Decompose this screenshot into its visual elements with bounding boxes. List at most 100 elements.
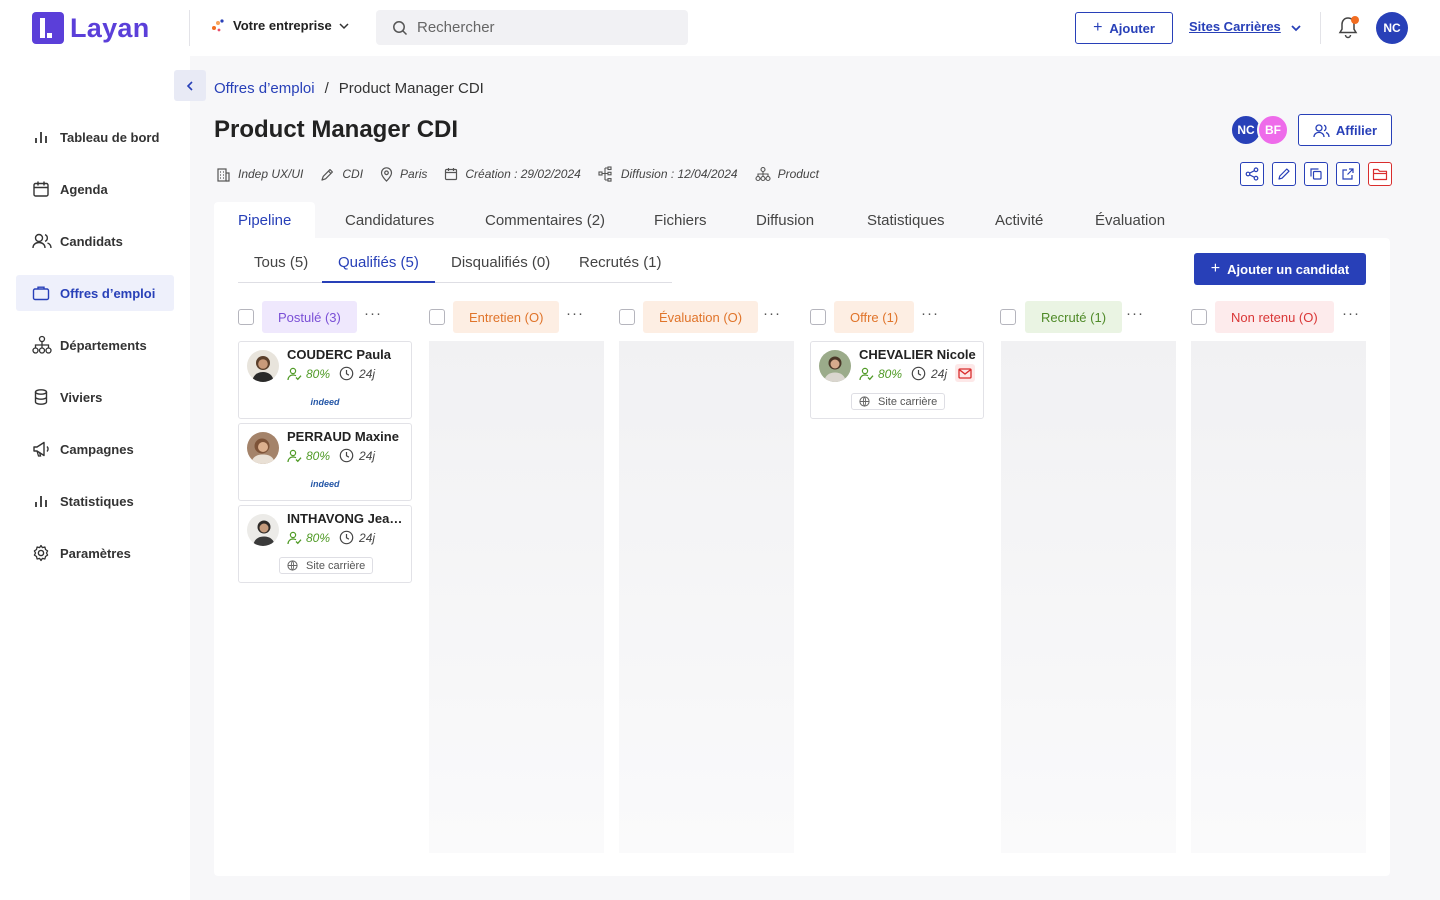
sidebar-item-departments[interactable]: Départements (16, 327, 174, 363)
days-in-stage: 24j (359, 448, 376, 463)
users-icon (32, 232, 52, 250)
add-button[interactable]: + Ajouter (1075, 12, 1173, 44)
source-label: Site carrière (306, 559, 366, 572)
subtab-disqualified[interactable]: Disqualifiés (0) (451, 254, 550, 283)
sidebar-item-dashboard[interactable]: Tableau de bord (16, 119, 174, 155)
candidate-card[interactable]: INTHAVONG Jean... 80% 24j Site carrière (238, 505, 412, 583)
company-selector[interactable]: Votre entreprise (211, 18, 350, 33)
copy-icon (1310, 168, 1322, 180)
breadcrumb-parent[interactable]: Offres d’emploi (214, 80, 315, 97)
stage-interview[interactable]: Entretien (O) (453, 301, 560, 333)
location-pin-icon (380, 166, 393, 182)
column-select-checkbox[interactable] (429, 309, 445, 325)
collaborators[interactable]: NC BF (1230, 114, 1289, 146)
company-logo-icon (212, 18, 224, 31)
meta-location-text: Paris (400, 167, 428, 181)
sidebar-item-statistics[interactable]: Statistiques (16, 483, 174, 519)
stage-hired[interactable]: Recruté (1) (1025, 301, 1123, 333)
column-dropzone[interactable] (1191, 341, 1366, 853)
source-badge: Site carrière (279, 557, 374, 574)
sidebar-item-campaigns[interactable]: Campagnes (16, 431, 174, 467)
column-select-checkbox[interactable] (238, 309, 254, 325)
sidebar-item-agenda[interactable]: Agenda (16, 171, 174, 207)
calendar-icon (32, 180, 52, 198)
sidebar-item-label: Paramètres (60, 545, 131, 561)
chevron-down-icon (339, 22, 349, 29)
column-dropzone[interactable] (1001, 341, 1176, 853)
share-button[interactable] (1240, 162, 1264, 186)
column-more-menu[interactable]: ··· (566, 306, 584, 321)
sidebar-item-candidates[interactable]: Candidats (16, 223, 174, 259)
column-select-checkbox[interactable] (1000, 309, 1016, 325)
column-more-menu[interactable]: ··· (1342, 306, 1360, 321)
avatar (247, 432, 279, 464)
candidate-card[interactable]: PERRAUD Maxine 80% 24j indeed (238, 423, 412, 501)
avatar (247, 350, 279, 382)
plus-icon: + (1093, 19, 1103, 36)
affiliate-button[interactable]: Affilier (1298, 114, 1392, 146)
meta-department: Product (755, 166, 819, 182)
tab-evaluation[interactable]: Évaluation (1095, 202, 1165, 238)
mail-icon[interactable] (955, 364, 975, 382)
clock-icon (339, 448, 354, 463)
candidate-name: PERRAUD Maxine (287, 429, 399, 444)
stage-offer[interactable]: Offre (1) (834, 301, 915, 333)
breadcrumb-current: Product Manager CDI (338, 80, 484, 97)
tab-files[interactable]: Fichiers (654, 202, 707, 238)
chevron-down-icon[interactable] (1289, 21, 1303, 35)
tab-statistics[interactable]: Statistiques (867, 202, 945, 238)
candidate-stats: 80% 24j (287, 448, 375, 463)
search-input[interactable] (417, 19, 677, 36)
column-more-menu[interactable]: ··· (364, 306, 382, 321)
tab-activity[interactable]: Activité (995, 202, 1043, 238)
search-bar[interactable] (376, 10, 688, 45)
user-avatar[interactable]: NC (1376, 12, 1408, 44)
career-sites-link[interactable]: Sites Carrières (1189, 19, 1281, 34)
stage-applied[interactable]: Postulé (3) (262, 301, 357, 333)
company-name: Votre entreprise (233, 18, 332, 33)
column-select-checkbox[interactable] (619, 309, 635, 325)
sidebar-item-settings[interactable]: Paramètres (16, 535, 174, 571)
tab-comments[interactable]: Commentaires (2) (485, 202, 605, 238)
column-select-checkbox[interactable] (810, 309, 826, 325)
tab-applications[interactable]: Candidatures (345, 202, 434, 238)
open-external-button[interactable] (1336, 162, 1360, 186)
match-score-icon (859, 367, 874, 380)
column-more-menu[interactable]: ··· (763, 306, 781, 321)
subtab-qualified[interactable]: Qualifiés (5) (322, 254, 435, 283)
match-score-icon (287, 367, 302, 380)
candidate-card[interactable]: COUDERC Paula 80% 24j indeed (238, 341, 412, 419)
add-candidate-button[interactable]: + Ajouter un candidat (1194, 253, 1366, 285)
avatar[interactable]: BF (1257, 114, 1289, 146)
column-select-checkbox[interactable] (1191, 309, 1207, 325)
column-dropzone[interactable] (619, 341, 794, 853)
tab-pipeline[interactable]: Pipeline (214, 202, 316, 238)
edit-button[interactable] (1272, 162, 1296, 186)
column-more-menu[interactable]: ··· (921, 306, 939, 321)
candidate-card[interactable]: CHEVALIER Nicole 80% 24j Site carrière (810, 341, 984, 419)
logo[interactable]: Layan (32, 12, 150, 44)
clock-icon (339, 366, 354, 381)
candidate-stats: 80% 24j (287, 366, 375, 381)
match-score-icon (287, 449, 302, 462)
meta-published: Diffusion : 12/04/2024 (598, 166, 738, 182)
subtab-all[interactable]: Tous (5) (254, 254, 308, 283)
globe-icon (859, 396, 870, 407)
column-dropzone[interactable] (429, 341, 604, 853)
meta-created: Création : 29/02/2024 (444, 167, 581, 181)
sidebar-item-pools[interactable]: Viviers (16, 379, 174, 415)
tab-diffusion[interactable]: Diffusion (756, 202, 814, 238)
collapse-sidebar-button[interactable] (174, 70, 206, 101)
divider (1320, 12, 1321, 44)
archive-button[interactable] (1368, 162, 1392, 186)
folder-icon (1372, 168, 1388, 181)
duplicate-button[interactable] (1304, 162, 1328, 186)
stage-rejected[interactable]: Non retenu (O) (1215, 301, 1334, 333)
subtab-hired[interactable]: Recrutés (1) (579, 254, 662, 283)
sidebar-item-label: Départements (60, 337, 147, 353)
indeed-logo: indeed (310, 397, 340, 407)
sidebar-item-job-offers[interactable]: Offres d’emploi (16, 275, 174, 311)
stage-evaluation[interactable]: Évaluation (O) (643, 301, 759, 333)
column-more-menu[interactable]: ··· (1126, 306, 1144, 321)
avatar (819, 350, 851, 382)
